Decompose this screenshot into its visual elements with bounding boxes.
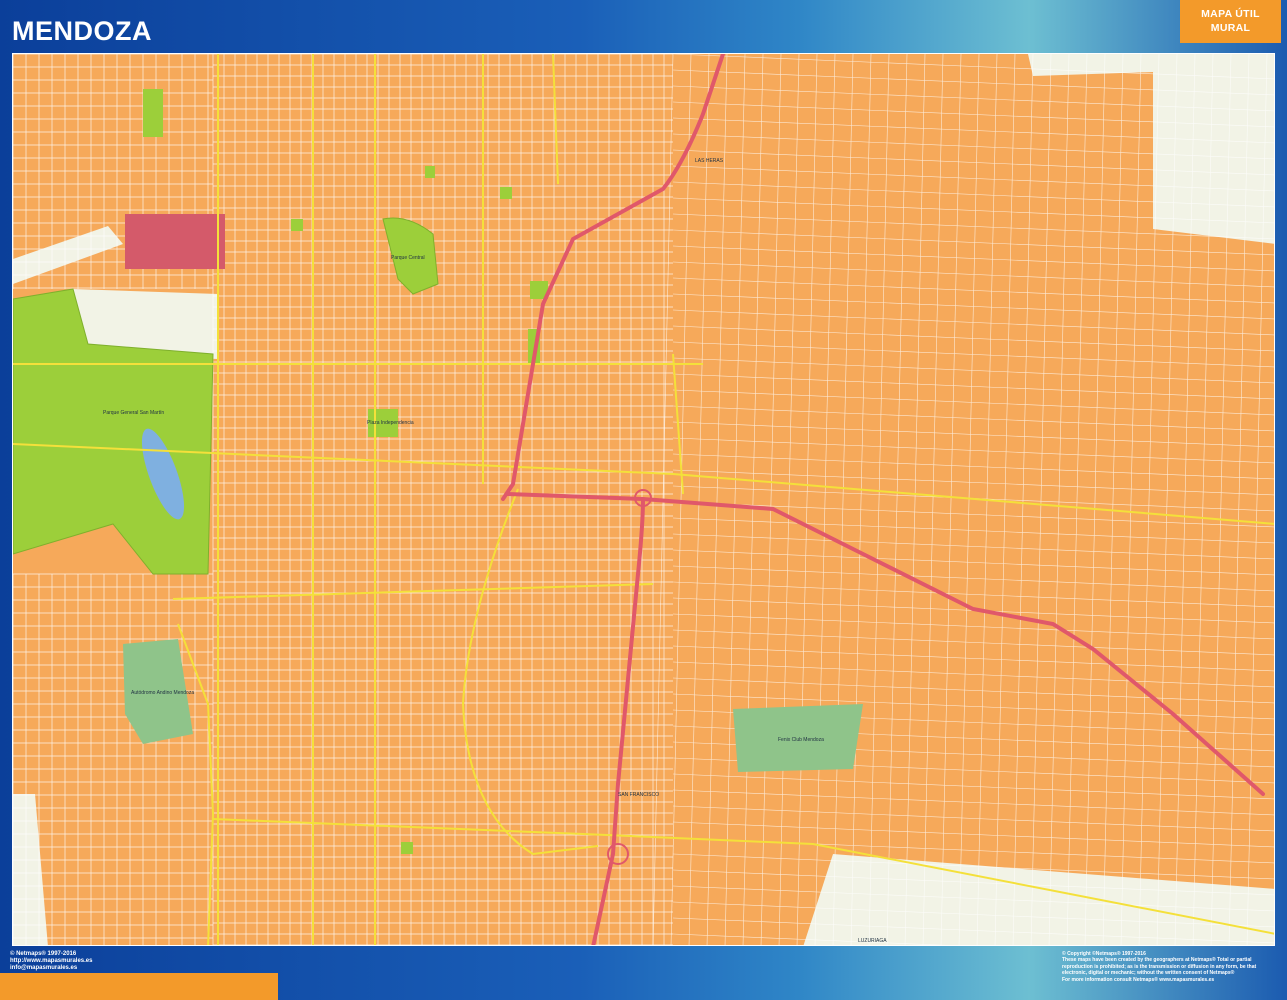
mapa-util-badge[interactable]: MAPA ÚTIL MURAL xyxy=(1180,0,1281,43)
small-park-3 xyxy=(291,219,303,231)
legal-line-5: For more information consult Netmaps® ww… xyxy=(1062,976,1215,983)
small-park-4 xyxy=(500,187,512,199)
small-park-6 xyxy=(425,166,435,178)
small-park-1 xyxy=(143,89,163,137)
label-country-club: Fenix Club Mendoza xyxy=(778,737,824,743)
label-parque-central: Parque Central xyxy=(391,255,425,261)
legal-line-2: These maps have been created by the geog… xyxy=(1062,957,1252,964)
rural-area-ne xyxy=(1153,54,1274,244)
red-zone xyxy=(125,214,225,269)
map-canvas: Parque General San Martín Parque Central… xyxy=(13,54,1274,945)
footer-url[interactable]: http://www.mapasmurales.es xyxy=(10,958,92,965)
label-parque-general: Parque General San Martín xyxy=(103,410,164,416)
label-san-francisco: SAN FRANCISCO xyxy=(618,792,659,798)
label-las-heras: LAS HERAS xyxy=(695,158,724,164)
label-autodromo: Autódromo Andino Mendoza xyxy=(131,690,194,696)
footer-orange-bar xyxy=(0,973,278,1000)
footer-legal: © Copyright ©Netmaps® 1997-2016 These ma… xyxy=(1062,951,1282,983)
map-title: MENDOZA xyxy=(12,16,152,46)
label-luzuriaga: LUZURIAGA xyxy=(858,938,887,944)
badge-line-1: MAPA ÚTIL xyxy=(1201,8,1260,20)
small-park-7 xyxy=(401,842,413,854)
footer-credits: © Netmaps® 1997-2016 http://www.mapasmur… xyxy=(10,951,92,972)
label-plaza: Plaza Independencia xyxy=(367,420,414,426)
badge-line-2: MURAL xyxy=(1210,22,1251,34)
footer-email[interactable]: info@mapasmurales.es xyxy=(10,965,92,972)
footer-copyright: © Netmaps® 1997-2016 xyxy=(10,951,77,957)
city-map[interactable]: Parque General San Martín Parque Central… xyxy=(12,53,1275,946)
